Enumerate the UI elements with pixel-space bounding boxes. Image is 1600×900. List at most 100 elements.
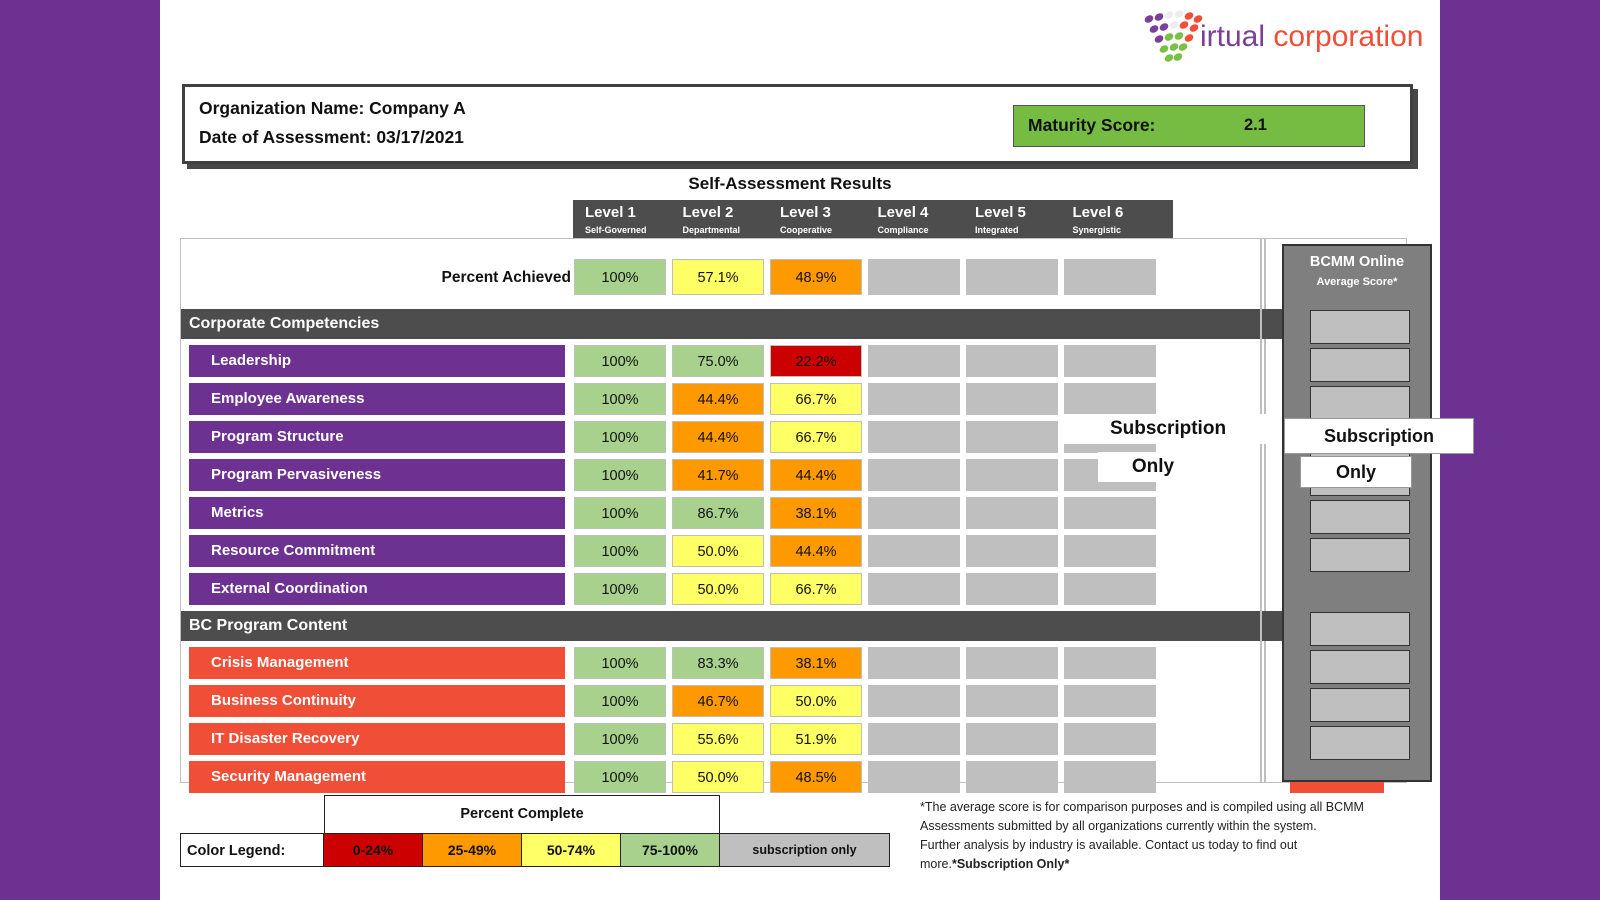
level-value-cells: 100% 50.0% 44.4% — [574, 535, 1156, 567]
level-6-cell — [1064, 723, 1156, 755]
results-grid: Percent Achieved 100% 57.1% 48.9% Corporat… — [180, 238, 1265, 793]
footnote-line-2: Assessments submitted by all organizatio… — [920, 819, 1317, 833]
bcmm-average-score-box — [1310, 650, 1410, 684]
level-2-cell: 44.4% — [672, 421, 764, 453]
level-5-cell — [966, 459, 1058, 491]
level-header-sub: Integrated — [975, 225, 1019, 235]
row-label: Employee Awareness — [189, 383, 565, 415]
level-header-name: Level 3 — [780, 204, 831, 221]
footnote: *The average score is for comparison pur… — [920, 798, 1430, 874]
level-1-cell: 100% — [574, 535, 666, 567]
legend-swatch-1: 0-24% — [324, 833, 423, 867]
bcmm-subtitle: Average Score* — [1316, 276, 1398, 288]
level-3-cell: 38.1% — [770, 647, 862, 679]
level-2-cell: 46.7% — [672, 685, 764, 717]
level-6-cell — [1064, 383, 1156, 415]
table-row[interactable]: IT Disaster Recovery 100% 55.6% 51.9% — [181, 723, 1264, 759]
level-value-cells: 100% 50.0% 48.5% — [574, 761, 1156, 793]
level-4-cell — [868, 421, 960, 453]
level-1-cell: 100% — [574, 345, 666, 377]
level-header-sub: Departmental — [682, 225, 741, 235]
level-5-cell — [966, 383, 1058, 415]
level-1-cell: 100% — [574, 383, 666, 415]
level-1-cell: 100% — [574, 685, 666, 717]
row-label: External Coordination — [189, 573, 565, 605]
row-label: Security Management — [189, 761, 565, 793]
bcmm-average-score-box — [1310, 310, 1410, 344]
table-row[interactable]: Metrics 100% 86.7% 38.1% — [181, 497, 1264, 533]
bcmm-average-score-box — [1310, 386, 1410, 420]
maturity-score-value: 2.1 — [1244, 116, 1267, 134]
level-1-cell: 100% — [574, 459, 666, 491]
level-6-cell — [1064, 761, 1156, 793]
row-label: Program Structure — [189, 421, 565, 453]
legend-swatch-row: Color Legend: 0-24% 25-49% 50-74% 75-100% su… — [180, 833, 890, 867]
level-value-cells: 100% 41.7% 44.4% — [574, 459, 1156, 491]
level-header-name: Level 6 — [1072, 204, 1124, 221]
brand-logo: irtual corporation — [1140, 8, 1430, 70]
level-1-cell: 100% — [574, 421, 666, 453]
level-1-cell: 100% — [574, 573, 666, 605]
footnote-subscription-note: *Subscription Only* — [951, 857, 1070, 871]
brand-wordmark: irtual corporation — [1200, 20, 1423, 54]
percent-achieved-row: Percent Achieved 100% 57.1% 48.9% — [181, 259, 1264, 303]
color-legend-label: Color Legend: — [180, 833, 324, 867]
level-header-name: Level 4 — [877, 204, 929, 221]
maturity-score-label: Maturity Score: — [1028, 115, 1156, 135]
percent-achieved-label: Percent Achieved — [441, 269, 571, 286]
table-row[interactable]: Resource Commitment 100% 50.0% 44.4% — [181, 535, 1264, 571]
group-header-1: Corporate Competencies — [181, 309, 1264, 339]
level-3-cell: 48.5% — [770, 761, 862, 793]
bcmm-average-score-box — [1310, 538, 1410, 572]
assessment-date: Date of Assessment: 03/17/2021 — [199, 127, 464, 147]
maturity-score-badge: Maturity Score: 2.1 — [1013, 105, 1365, 147]
grid-subscription-overlay-line1: Subscription — [1063, 414, 1273, 444]
level-3-cell: 22.2% — [770, 345, 862, 377]
table-row[interactable]: Leadership 100% 75.0% 22.2% — [181, 345, 1264, 381]
table-row[interactable]: Business Continuity 100% 46.7% 50.0% — [181, 685, 1264, 721]
assessment-sheet: irtual corporation Organization Name: Co… — [160, 0, 1474, 900]
brand-word-2: corporation — [1273, 20, 1424, 53]
bcmm-average-score-box — [1310, 726, 1410, 760]
legend-swatch-5: subscription only — [720, 833, 890, 867]
level-4-cell — [868, 761, 960, 793]
legend-swatch-2: 25-49% — [423, 833, 522, 867]
row-label: Metrics — [189, 497, 565, 529]
level-value-cells: 100% 75.0% 22.2% — [574, 345, 1156, 377]
organization-name: Organization Name: Company A — [199, 98, 466, 118]
level-value-cells: 100% 44.4% 66.7% — [574, 383, 1156, 415]
level-5-cell — [966, 647, 1058, 679]
level-4-cell — [868, 497, 960, 529]
grid-subscription-overlay-line2: Only — [1098, 452, 1208, 482]
level-6-cell — [1064, 535, 1156, 567]
level-1-cell: 100% — [574, 761, 666, 793]
level-3-cell: 66.7% — [770, 573, 862, 605]
level-5-cell — [966, 259, 1058, 295]
row-label: Business Continuity — [189, 685, 565, 717]
level-5-cell — [966, 723, 1058, 755]
level-2-cell: 86.7% — [672, 497, 764, 529]
level-5-cell — [966, 573, 1058, 605]
page-title: Self-Assessment Results — [688, 174, 892, 193]
grid-divider — [1260, 238, 1262, 783]
level-2-cell: 55.6% — [672, 723, 764, 755]
brand-word-1: irtual — [1200, 20, 1266, 53]
level-header-name: Level 5 — [975, 204, 1026, 221]
table-row[interactable]: Security Management 100% 50.0% 48.5% — [181, 761, 1264, 797]
level-4-cell — [868, 647, 960, 679]
bcmm-online-panel: BCMM Online Average Score* — [1282, 244, 1432, 782]
level-5-cell — [966, 761, 1058, 793]
level-5-cell — [966, 535, 1058, 567]
level-4-cell — [868, 535, 960, 567]
level-3-cell: 51.9% — [770, 723, 862, 755]
level-1-cell: 100% — [574, 647, 666, 679]
level-value-cells: 100% 83.3% 38.1% — [574, 647, 1156, 679]
level-2-cell: 44.4% — [672, 383, 764, 415]
level-4-cell — [868, 259, 960, 295]
organization-header-box: Organization Name: Company A Date of Ass… — [182, 84, 1413, 164]
level-header-name: Level 1 — [585, 204, 636, 221]
table-row[interactable]: External Coordination 100% 50.0% 66.7% — [181, 573, 1264, 609]
level-header-sub: Synergistic — [1072, 225, 1122, 235]
table-row[interactable]: Crisis Management 100% 83.3% 38.1% — [181, 647, 1264, 683]
row-label: Resource Commitment — [189, 535, 565, 567]
